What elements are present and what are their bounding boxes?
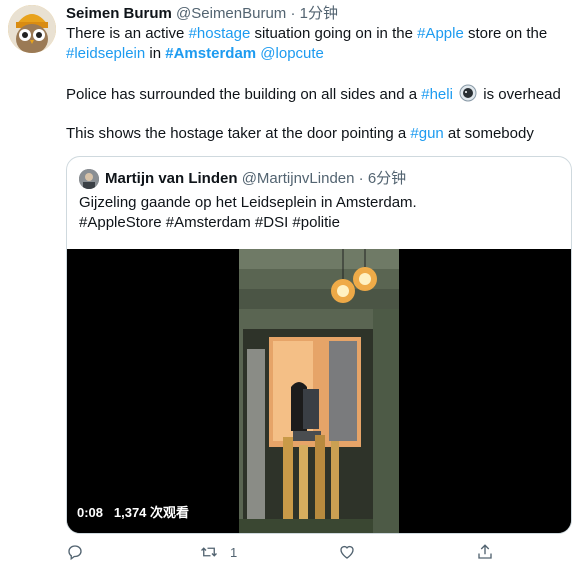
text: is overhead: [479, 86, 561, 103]
share-icon: [478, 544, 492, 559]
hashtag-heli[interactable]: #heli: [421, 86, 453, 103]
quoted-tweet-time[interactable]: 6分钟: [368, 169, 406, 189]
tweet-header: Seimen Burum @SeimenBurum · 1分钟: [66, 4, 338, 24]
video-stats: 0:08 1,374 次观看: [77, 502, 189, 521]
mention-lopcute[interactable]: @lopcute: [260, 45, 324, 62]
astronaut-emoji-icon: [459, 84, 477, 102]
tweet-line-4: This shows the hostage taker at the door…: [66, 124, 534, 144]
like-icon: [340, 545, 354, 559]
separator-dot: ·: [290, 5, 296, 22]
hashtag-amsterdam[interactable]: #Amsterdam: [165, 45, 256, 62]
quoted-author-avatar[interactable]: [79, 169, 99, 189]
hashtag-apple[interactable]: #Apple: [417, 25, 464, 42]
quoted-author-handle[interactable]: @MartijnvLinden: [242, 169, 355, 189]
text: This shows the hostage taker at the door…: [66, 125, 411, 142]
quoted-tweet-text-2: #AppleStore #Amsterdam #DSI #politie: [79, 214, 340, 231]
tweet-line-2: #leidseplein in #Amsterdam @lopcute: [66, 44, 324, 64]
tweet-line-3: Police has surrounded the building on al…: [66, 84, 561, 105]
text: store on the: [463, 25, 548, 42]
like-button[interactable]: [338, 543, 476, 561]
video-views: 1,374 次观看: [113, 505, 190, 520]
video-time: 0:08: [77, 505, 104, 520]
hashtag-hostage[interactable]: #hostage: [189, 25, 251, 42]
tweet-line-1: There is an active #hostage situation go…: [66, 24, 547, 44]
video-frame: [67, 249, 571, 533]
retweet-button[interactable]: 1: [200, 543, 338, 561]
text: in: [145, 45, 166, 62]
share-button[interactable]: [476, 543, 494, 561]
text: Police has surrounded the building on al…: [66, 86, 422, 103]
hashtag-leidseplein[interactable]: #leidseplein: [66, 45, 145, 62]
text: situation going on in the: [250, 25, 418, 42]
text: at somebody: [443, 125, 534, 142]
separator-dot: ·: [358, 170, 364, 187]
tweet-time[interactable]: 1分钟: [300, 5, 338, 22]
reply-button[interactable]: [66, 543, 200, 561]
retweet-icon: [201, 547, 217, 557]
hashtag-gun[interactable]: #gun: [410, 125, 443, 142]
tweet-actions: 1: [66, 543, 506, 561]
quoted-tweet-text-1: Gijzeling gaande op het Leidseplein in A…: [79, 194, 417, 211]
video-player[interactable]: 0:08 1,374 次观看: [67, 249, 571, 533]
quoted-tweet-header: Martijn van Linden @MartijnvLinden · 6分钟: [79, 169, 406, 189]
quoted-author-name[interactable]: Martijn van Linden: [105, 169, 238, 189]
reply-icon: [68, 545, 82, 561]
text: There is an active: [66, 25, 189, 42]
quoted-tweet[interactable]: Martijn van Linden @MartijnvLinden · 6分钟…: [66, 156, 572, 534]
author-name[interactable]: Seimen Burum: [66, 5, 172, 22]
retweet-count: 1: [230, 544, 238, 560]
author-avatar[interactable]: [8, 5, 56, 53]
author-handle[interactable]: @SeimenBurum: [176, 5, 286, 22]
